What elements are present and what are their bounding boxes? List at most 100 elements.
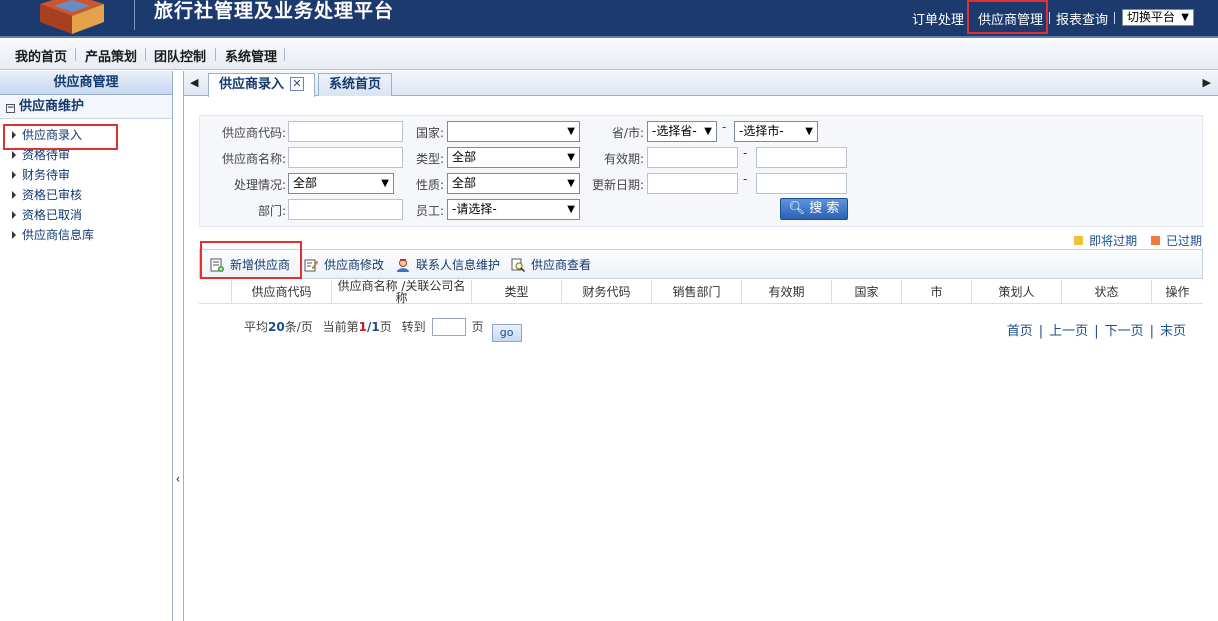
chevron-left-icon[interactable]: ‹ xyxy=(173,472,183,492)
search-icon: 🔍︎ xyxy=(788,201,806,216)
sidebar-group[interactable]: − 供应商维护 xyxy=(0,95,172,119)
grid-col-code: 供应商代码 xyxy=(231,280,331,304)
last-page-link[interactable]: 末页 xyxy=(1160,324,1186,339)
search-button-label: 搜 索 xyxy=(809,201,840,216)
tab-supplier-entry[interactable]: 供应商录入 ✕ xyxy=(208,73,316,97)
label-staff: 员工: xyxy=(415,204,444,218)
tab-system-home[interactable]: 系统首页 xyxy=(318,73,393,96)
dropdown-arrow-icon: ▼ xyxy=(567,126,575,137)
sidebar: 供应商管理 − 供应商维护 供应商录入 资格待审 财务待审 资格已审核 资格已取消… xyxy=(0,71,173,621)
view-magnifier-icon xyxy=(511,258,525,272)
update-to-input[interactable] xyxy=(756,173,847,194)
prev-page-link[interactable]: 上一页 xyxy=(1049,324,1088,339)
app-title: 旅行社管理及业务处理平台 xyxy=(154,0,395,22)
dropdown-arrow-icon: ▼ xyxy=(381,178,389,189)
pager-per-page: 20 xyxy=(268,320,285,334)
dropdown-arrow-icon: ▼ xyxy=(805,126,813,137)
close-icon[interactable]: ✕ xyxy=(290,77,305,91)
range-dash: - xyxy=(722,120,727,134)
tab-bar: ◀ 供应商录入 ✕ 系统首页 ▶ xyxy=(184,71,1218,97)
city-select[interactable]: -选择市- ▼ xyxy=(734,121,818,142)
view-supplier-button[interactable]: 供应商查看 xyxy=(511,256,591,273)
select-value: 全部 xyxy=(452,176,477,190)
sidebar-item-label: 资格待审 xyxy=(22,148,71,162)
tab-label: 系统首页 xyxy=(329,77,382,92)
nature-select[interactable]: 全部 ▼ xyxy=(447,173,580,194)
sidebar-item-qualification-cancelled[interactable]: 资格已取消 xyxy=(0,205,172,225)
label-valid-period: 有效期: xyxy=(603,152,644,166)
menu-home[interactable]: 我的首页 xyxy=(15,46,67,65)
search-button[interactable]: 🔍︎ 搜 索 xyxy=(780,198,848,220)
edit-supplier-label: 供应商修改 xyxy=(324,258,385,272)
next-page-link[interactable]: 下一页 xyxy=(1105,324,1144,339)
supplier-name-input[interactable] xyxy=(288,147,403,168)
menu-separator xyxy=(215,48,216,61)
sidebar-group-label: 供应商维护 xyxy=(19,99,85,114)
process-status-select[interactable]: 全部 ▼ xyxy=(288,173,394,194)
collapse-minus-icon[interactable]: − xyxy=(6,104,15,113)
tab-scroll-left-icon[interactable]: ◀ xyxy=(190,76,198,89)
dropdown-arrow-icon: ▼ xyxy=(1181,12,1189,23)
tab-scroll-right-icon[interactable]: ▶ xyxy=(1203,76,1211,89)
highlight-box-sidebar xyxy=(3,124,118,150)
pager-page-unit: 页 xyxy=(379,320,392,334)
nav-separator: | xyxy=(1038,324,1044,339)
pager-goto-label: 转到 xyxy=(401,320,426,334)
sidebar-item-finance-pending[interactable]: 财务待审 xyxy=(0,165,172,185)
triangle-right-icon xyxy=(12,231,16,239)
label-type: 类型: xyxy=(415,152,444,166)
highlight-box-toolbar xyxy=(200,241,302,279)
topnav-separator xyxy=(1114,12,1115,24)
menu-system[interactable]: 系统管理 xyxy=(225,46,277,65)
staff-select[interactable]: -请选择- ▼ xyxy=(447,199,580,220)
legend-swatch-expired xyxy=(1150,236,1160,245)
department-input[interactable] xyxy=(288,199,403,220)
menu-product[interactable]: 产品策划 xyxy=(85,46,137,65)
valid-from-input[interactable] xyxy=(647,147,738,168)
legend-expired: 已过期 xyxy=(1165,234,1202,248)
legend-soon-expired: 即将过期 xyxy=(1089,234,1138,248)
triangle-right-icon xyxy=(12,171,16,179)
type-select[interactable]: 全部 ▼ xyxy=(447,147,580,168)
search-panel: 供应商代码: 供应商名称: 处理情况: 全部 ▼ 部门: 国家: ▼ 类型: 全部… xyxy=(199,115,1203,227)
contact-maintenance-button[interactable]: 联系人信息维护 xyxy=(396,256,500,273)
supplier-grid-header: 供应商代码 供应商名称 /关联公司名称 类型 财务代码 销售部门 有效期 国家 … xyxy=(199,280,1203,304)
edit-supplier-button[interactable]: 供应商修改 xyxy=(304,256,384,273)
tab-label: 供应商录入 xyxy=(219,77,285,92)
topnav-report[interactable]: 报表查询 xyxy=(1056,9,1108,28)
action-toolbar: 新增供应商 供应商修改 联系人信息维护 供应商查看 xyxy=(199,249,1203,279)
update-from-input[interactable] xyxy=(647,173,738,194)
dropdown-arrow-icon: ▼ xyxy=(567,204,575,215)
go-button[interactable]: go xyxy=(491,324,522,342)
sidebar-item-label: 财务待审 xyxy=(22,168,71,182)
menu-team[interactable]: 团队控制 xyxy=(154,46,206,65)
valid-to-input[interactable] xyxy=(756,147,847,168)
top-header: 旅行社管理及业务处理平台 订单处理 供应商管理 报表查询 切换平台 ▼ xyxy=(0,0,1218,38)
triangle-right-icon xyxy=(12,151,16,159)
province-select[interactable]: -选择省- ▼ xyxy=(647,121,717,142)
highlight-box-topnav xyxy=(967,0,1048,34)
first-page-link[interactable]: 首页 xyxy=(1007,324,1033,339)
grid-col-type: 类型 xyxy=(471,280,561,304)
contact-maintenance-label: 联系人信息维护 xyxy=(416,258,501,272)
label-update-date: 更新日期: xyxy=(591,178,644,192)
select-value: 全部 xyxy=(293,176,318,190)
switch-platform-select[interactable]: 切换平台 ▼ xyxy=(1122,9,1194,26)
sidebar-item-label: 资格已审核 xyxy=(22,188,83,202)
select-value: -选择市- xyxy=(739,124,784,138)
goto-page-input[interactable] xyxy=(431,318,466,336)
country-select[interactable]: ▼ xyxy=(447,121,580,142)
label-supplier-code: 供应商代码: xyxy=(221,126,286,140)
sidebar-item-supplier-library[interactable]: 供应商信息库 xyxy=(0,225,172,245)
grid-col-country: 国家 xyxy=(831,280,901,304)
range-dash: - xyxy=(743,146,748,160)
sidebar-item-qualification-approved[interactable]: 资格已审核 xyxy=(0,185,172,205)
grid-col-finance-code: 财务代码 xyxy=(561,280,651,304)
supplier-code-input[interactable] xyxy=(288,121,403,142)
grid-col-action: 操作 xyxy=(1151,280,1203,304)
dropdown-arrow-icon: ▼ xyxy=(567,178,575,189)
range-dash: - xyxy=(743,172,748,186)
expiry-legend: 即将过期 已过期 xyxy=(1074,232,1202,249)
topnav-order[interactable]: 订单处理 xyxy=(912,9,964,28)
pager-nav: 首页 | 上一页 | 下一页 | 末页 xyxy=(1007,320,1186,339)
